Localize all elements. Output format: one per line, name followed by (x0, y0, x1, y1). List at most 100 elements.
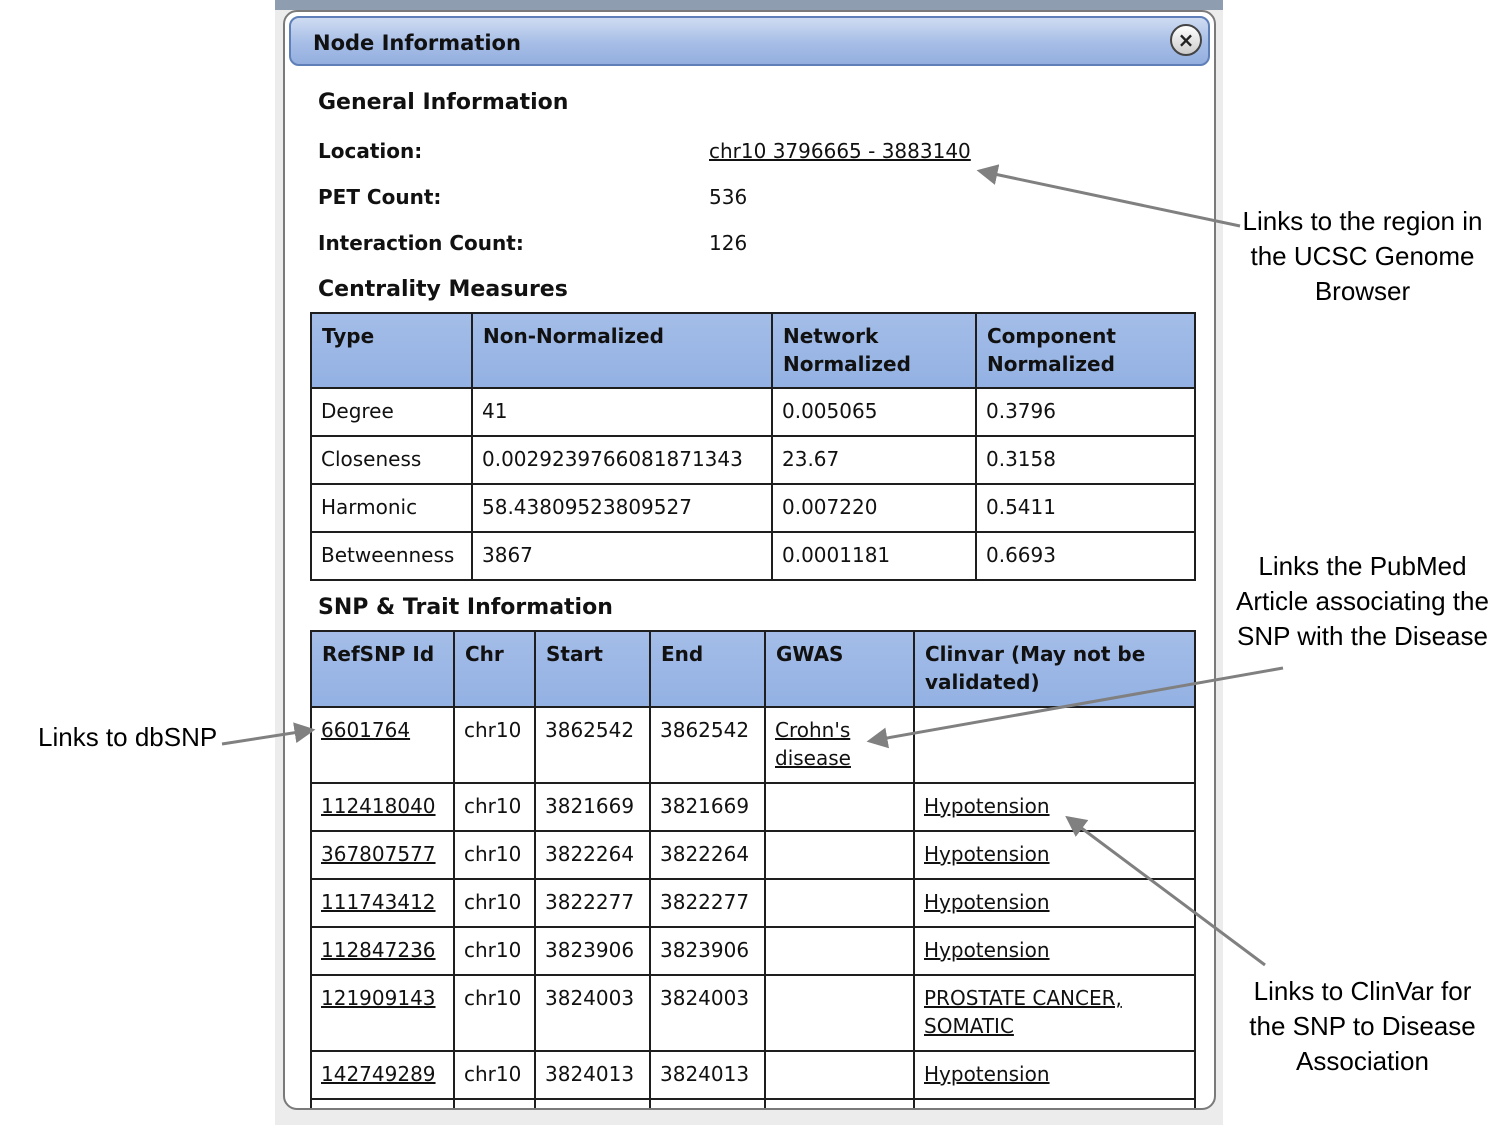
snp-header-row: RefSNP Id Chr Start End GWAS Clinvar (Ma… (310, 630, 1196, 708)
close-icon[interactable]: × (1170, 24, 1202, 56)
refsnp-cell: 142749289 (310, 1050, 455, 1100)
start-cell: 3824013 (534, 1050, 651, 1100)
gwas-cell (764, 782, 915, 832)
centrality-table: Type Non-Normalized Network Normalized C… (310, 312, 1196, 581)
centrality-cell: 0.6693 (975, 531, 1196, 581)
table-row: 112847236 chr10 3823906 3823906 Hypotens… (310, 926, 1196, 976)
centrality-cell: 0.3158 (975, 435, 1196, 485)
centrality-cell: 0.3796 (975, 387, 1196, 437)
start-cell: 3862542 (534, 706, 651, 784)
gwas-cell (764, 878, 915, 928)
chr-cell: chr10 (453, 706, 536, 784)
centrality-cell: 23.67 (771, 435, 977, 485)
dbsnp-annotation: Links to dbSNP (38, 722, 218, 752)
snp-col-refsnp-id: RefSNP Id (310, 630, 455, 708)
centrality-cell: 58.43809523809527 (471, 483, 773, 533)
snp-col-chr: Chr (453, 630, 536, 708)
table-row: 112418040 chr10 3821669 3821669 Hypotens… (310, 782, 1196, 832)
table-row: 142749289 chr10 3824013 3824013 Hypotens… (310, 1050, 1196, 1100)
end-cell (649, 1098, 766, 1108)
gwas-cell (764, 830, 915, 880)
clinvar-cell: Hypotension (913, 830, 1196, 880)
clinvar-cell: Hypotension (913, 782, 1196, 832)
centrality-col-type: Type (310, 312, 473, 389)
start-cell: 3823906 (534, 926, 651, 976)
gwas-cell (764, 926, 915, 976)
clinvar-link[interactable]: Hypotension (924, 938, 1050, 962)
location-link[interactable]: chr10 3796665 - 3883140 (709, 139, 971, 163)
end-cell: 3822277 (649, 878, 766, 928)
centrality-cell: 0.0029239766081871343 (471, 435, 773, 485)
clinvar-cell: Hypotension (913, 926, 1196, 976)
end-cell: 3862542 (649, 706, 766, 784)
centrality-cell: 41 (471, 387, 773, 437)
clinvar-cell: Hypotension (913, 1050, 1196, 1100)
clinvar-annotation: Links to ClinVar for the SNP to Disease … (1249, 976, 1476, 1076)
refsnp-cell (310, 1098, 455, 1108)
gwas-cell (764, 974, 915, 1052)
chr-cell: chr10 (453, 782, 536, 832)
end-cell: 3823906 (649, 926, 766, 976)
dbsnp-link[interactable]: 142749289 (321, 1062, 436, 1086)
table-row: 121909143 chr10 3824003 3824003 PROSTATE… (310, 974, 1196, 1052)
interaction-count-value: 126 (709, 231, 748, 255)
pubmed-link[interactable]: Crohn's disease (775, 718, 851, 770)
snp-col-start: Start (534, 630, 651, 708)
centrality-header-row: Type Non-Normalized Network Normalized C… (310, 312, 1196, 389)
refsnp-cell: 121909143 (310, 974, 455, 1052)
interaction-count-label: Interaction Count: (318, 231, 524, 255)
chr-cell: chr10 (453, 830, 536, 880)
dbsnp-link[interactable]: 112418040 (321, 794, 436, 818)
location-label: Location: (318, 139, 423, 163)
dbsnp-link[interactable]: 112847236 (321, 938, 436, 962)
ucsc-annotation: Links to the region in the UCSC Genome B… (1242, 206, 1483, 306)
clinvar-cell: PROSTATE CANCER, SOMATIC (913, 974, 1196, 1052)
refsnp-cell: 111743412 (310, 878, 455, 928)
dialog-title: Node Information (313, 31, 521, 55)
start-cell: 3824003 (534, 974, 651, 1052)
centrality-cell: Betweenness (310, 531, 473, 581)
clinvar-link[interactable]: PROSTATE CANCER, SOMATIC (924, 986, 1122, 1038)
end-cell: 3824003 (649, 974, 766, 1052)
table-row (310, 1098, 1196, 1108)
gwas-cell (764, 1050, 915, 1100)
dbsnp-link[interactable]: 111743412 (321, 890, 436, 914)
pet-count-value: 536 (709, 185, 748, 209)
chr-cell: chr10 (453, 1050, 536, 1100)
dbsnp-link[interactable]: 367807577 (321, 842, 436, 866)
table-row: Harmonic 58.43809523809527 0.007220 0.54… (310, 483, 1196, 533)
dbsnp-link[interactable]: 121909143 (321, 986, 436, 1010)
snp-trait-table: RefSNP Id Chr Start End GWAS Clinvar (Ma… (310, 630, 1196, 1108)
centrality-cell: Harmonic (310, 483, 473, 533)
centrality-cell: 0.5411 (975, 483, 1196, 533)
dbsnp-link[interactable]: 6601764 (321, 718, 410, 742)
centrality-cell: Degree (310, 387, 473, 437)
refsnp-cell: 112418040 (310, 782, 455, 832)
chr-cell: chr10 (453, 926, 536, 976)
clinvar-link[interactable]: Hypotension (924, 794, 1050, 818)
snp-col-gwas: GWAS (764, 630, 915, 708)
clinvar-link[interactable]: Hypotension (924, 1062, 1050, 1086)
clinvar-cell: Hypotension (913, 878, 1196, 928)
refsnp-cell: 112847236 (310, 926, 455, 976)
end-cell: 3822264 (649, 830, 766, 880)
pet-count-label: PET Count: (318, 185, 442, 209)
chr-cell (453, 1098, 536, 1108)
clinvar-link[interactable]: Hypotension (924, 890, 1050, 914)
centrality-col-component-normalized: Component Normalized (975, 312, 1196, 389)
clinvar-link[interactable]: Hypotension (924, 842, 1050, 866)
table-row: Betweenness 3867 0.0001181 0.6693 (310, 531, 1196, 581)
chr-cell: chr10 (453, 878, 536, 928)
centrality-cell: 0.007220 (771, 483, 977, 533)
snp-trait-heading: SNP & Trait Information (318, 595, 613, 620)
pubmed-annotation: Links the PubMed Article associating the… (1236, 551, 1489, 651)
refsnp-cell: 6601764 (310, 706, 455, 784)
centrality-cell: 0.0001181 (771, 531, 977, 581)
start-cell: 3821669 (534, 782, 651, 832)
clinvar-cell (913, 1098, 1196, 1108)
dialog-titlebar: Node Information × (289, 16, 1210, 66)
table-row: Degree 41 0.005065 0.3796 (310, 387, 1196, 437)
table-row: 111743412 chr10 3822277 3822277 Hypotens… (310, 878, 1196, 928)
centrality-cell: Closeness (310, 435, 473, 485)
table-row: 6601764 chr10 3862542 3862542 Crohn's di… (310, 706, 1196, 784)
